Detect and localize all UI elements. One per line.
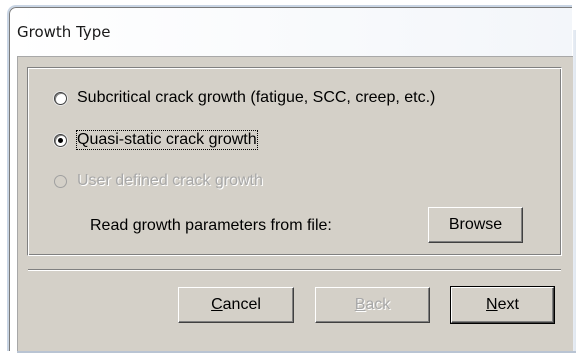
next-button[interactable]: Next: [450, 286, 555, 324]
option-subcritical-label[interactable]: Subcritical crack growth (fatigue, SCC, …: [77, 89, 435, 107]
option-quasi-static-label[interactable]: Quasi-static crack growth: [76, 130, 258, 150]
radio-quasi-static[interactable]: [54, 133, 67, 147]
option-subcritical[interactable]: Subcritical crack growth (fatigue, SCC, …: [54, 89, 435, 107]
option-user-defined-label: User defined crack growth: [77, 172, 263, 189]
dialog-title: Growth Type: [17, 23, 111, 41]
radio-user-defined: [54, 174, 67, 188]
growth-type-groupbox: Subcritical crack growth (fatigue, SCC, …: [27, 67, 562, 256]
cancel-button[interactable]: Cancel: [178, 287, 294, 323]
next-mnemonic: N: [486, 296, 498, 313]
browse-button[interactable]: Browse: [428, 207, 523, 243]
option-quasi-static[interactable]: Quasi-static crack growth: [54, 130, 258, 150]
cancel-label-rest: ancel: [222, 296, 261, 313]
cancel-mnemonic: C: [211, 296, 223, 313]
back-mnemonic: B: [354, 296, 366, 313]
read-parameters-label: Read growth parameters from file:: [90, 217, 332, 234]
button-separator: [28, 269, 561, 271]
dialog-client-area: Subcritical crack growth (fatigue, SCC, …: [17, 56, 573, 352]
radio-subcritical[interactable]: [54, 91, 67, 105]
option-user-defined: User defined crack growth: [54, 172, 263, 190]
back-label-rest: ack: [365, 296, 391, 313]
next-label-rest: ext: [497, 296, 519, 313]
back-button: Back: [315, 287, 430, 323]
